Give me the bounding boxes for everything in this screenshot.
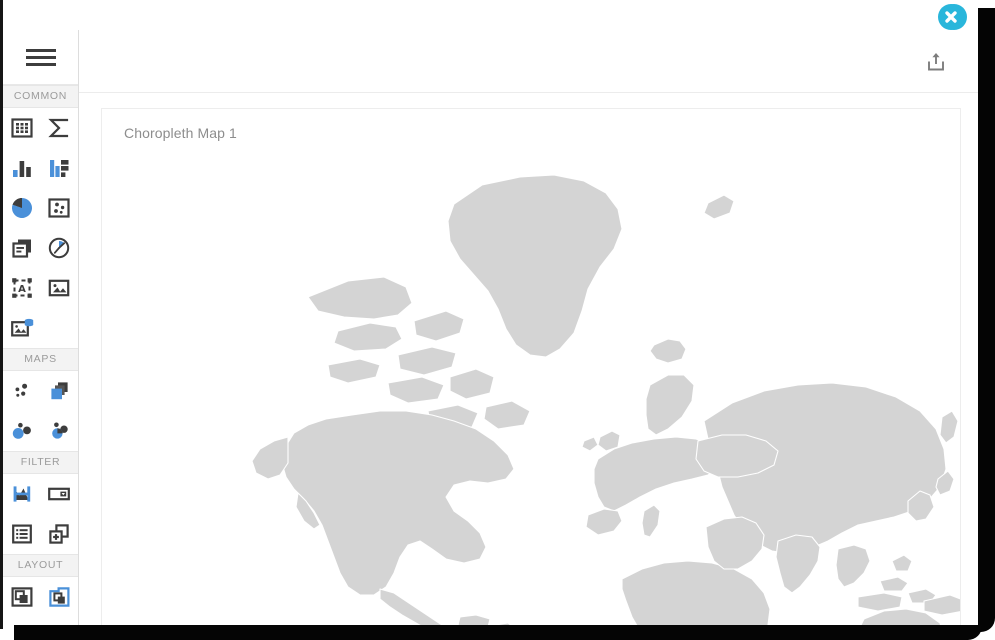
dropdown-filter-icon	[47, 487, 70, 501]
range-slider-filter-icon	[13, 486, 30, 502]
palette-item-pie-bubble-map[interactable]	[40, 411, 77, 451]
palette-item-card[interactable]	[3, 228, 40, 268]
close-button-top[interactable]	[938, 4, 964, 30]
palette-item-list-filter[interactable]	[3, 514, 40, 554]
palette-item-image[interactable]	[40, 268, 77, 308]
pie-bubble-map-icon	[51, 422, 68, 439]
bubble-map-icon	[12, 422, 31, 439]
palette-item-bubble-map[interactable]	[3, 411, 40, 451]
palette-item-bar-chart[interactable]	[40, 148, 77, 188]
palette-item-tab-container[interactable]	[40, 577, 77, 617]
section-items-common: A	[3, 108, 78, 348]
map-card-title: Choropleth Map 1	[124, 125, 237, 141]
tab-container-icon	[48, 587, 69, 607]
world-choropleth-svg	[102, 149, 960, 640]
section-items-maps	[3, 371, 78, 451]
palette-item-summation[interactable]	[40, 108, 77, 148]
hamburger-menu-button[interactable]	[3, 30, 78, 85]
palette-item-scatter-map[interactable]	[3, 371, 40, 411]
world-map-canvas[interactable]	[102, 149, 960, 640]
share-button[interactable]	[923, 49, 949, 75]
window-bottom-shadow	[14, 625, 982, 640]
choropleth-map-icon	[50, 382, 68, 400]
dashboard-content-area: Choropleth Map 1	[79, 30, 978, 640]
window-top-bar	[3, 0, 978, 30]
scatter-map-icon	[15, 383, 27, 397]
content-toolbar	[79, 30, 978, 93]
section-label-layout: LAYOUT	[3, 554, 78, 577]
container-icon	[10, 587, 32, 607]
section-items-filter	[3, 474, 78, 554]
section-items-layout	[3, 577, 78, 617]
gauge-icon	[48, 237, 69, 259]
list-filter-icon	[11, 524, 32, 544]
window-left-border	[0, 0, 3, 629]
palette-item-range-slider-filter[interactable]	[3, 474, 40, 514]
widget-palette-sidebar: COMMON A MAPS FILTER LAYOUT	[3, 30, 79, 629]
image-data-icon	[10, 318, 33, 337]
card-text-icon	[11, 239, 31, 258]
close-icon	[945, 11, 957, 23]
hamburger-menu-icon	[25, 45, 56, 70]
choropleth-map-widget[interactable]: Choropleth Map 1	[101, 108, 961, 640]
table-grid-icon	[10, 118, 33, 138]
sigma-sum-icon	[47, 118, 68, 138]
add-filter-group-icon	[48, 524, 69, 544]
palette-item-dropdown-filter[interactable]	[40, 474, 77, 514]
palette-item-choropleth-map[interactable]	[40, 371, 77, 411]
section-label-maps: MAPS	[3, 348, 78, 371]
pie-chart-icon	[11, 198, 32, 218]
section-label-filter: FILTER	[3, 451, 78, 474]
palette-item-gauge[interactable]	[40, 228, 77, 268]
text-box-icon: A	[11, 278, 32, 298]
share-export-icon	[928, 53, 944, 71]
palette-item-scatter-plot[interactable]	[40, 188, 77, 228]
svg-text:A: A	[18, 284, 26, 295]
application-window: COMMON A MAPS FILTER LAYOUT Choropleth M…	[0, 0, 995, 640]
palette-item-container[interactable]	[3, 577, 40, 617]
window-right-shadow	[978, 8, 995, 632]
palette-item-column-chart[interactable]	[3, 148, 40, 188]
palette-item-pie-chart[interactable]	[3, 188, 40, 228]
palette-item-table[interactable]	[3, 108, 40, 148]
section-label-common: COMMON	[3, 85, 78, 108]
scatter-plot-icon	[47, 198, 70, 218]
horizontal-bar-chart-icon	[49, 160, 68, 177]
image-icon	[48, 279, 69, 297]
palette-item-data-image[interactable]	[3, 308, 40, 348]
palette-item-filter-group[interactable]	[40, 514, 77, 554]
palette-item-text-box[interactable]: A	[3, 268, 40, 308]
bar-chart-icon	[12, 161, 31, 177]
